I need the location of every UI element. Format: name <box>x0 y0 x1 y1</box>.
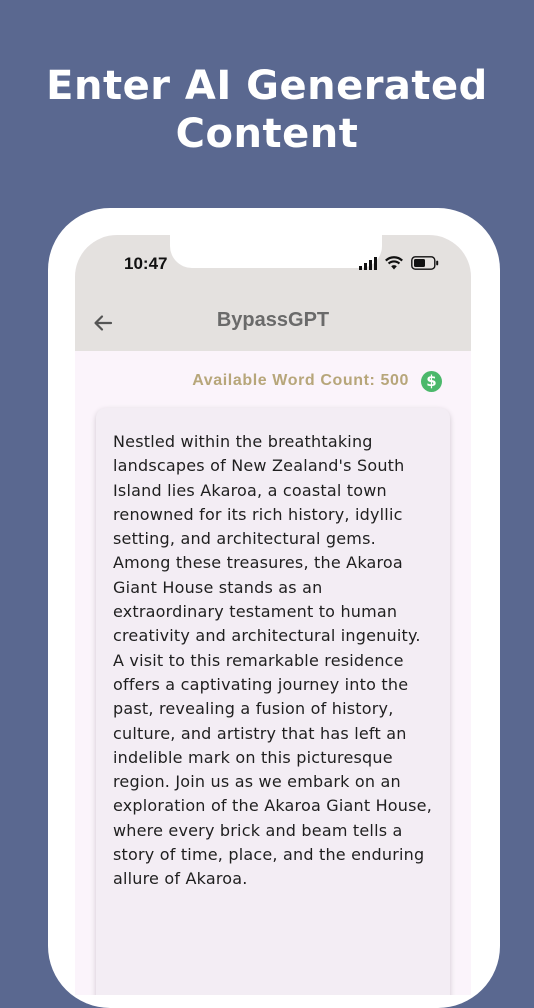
battery-icon <box>411 256 439 270</box>
phone-screen: 10:47 BypassGPT Available Word Count: 50… <box>75 235 471 995</box>
promo-headline: Enter AI Generated Content <box>46 63 488 157</box>
wifi-icon <box>385 256 403 270</box>
dollar-circle-icon: $ <box>421 371 442 392</box>
notch <box>170 235 382 268</box>
status-time: 10:47 <box>124 254 168 273</box>
app-title: BypassGPT <box>216 309 330 331</box>
content-textarea[interactable]: Nestled within the breathtaking landscap… <box>113 430 443 892</box>
app-bar: 10:47 BypassGPT <box>75 235 471 351</box>
cellular-signal-icon <box>359 257 377 270</box>
available-word-count: Available Word Count: 500 <box>192 372 409 389</box>
content-input-card[interactable]: Nestled within the breathtaking landscap… <box>96 408 450 995</box>
